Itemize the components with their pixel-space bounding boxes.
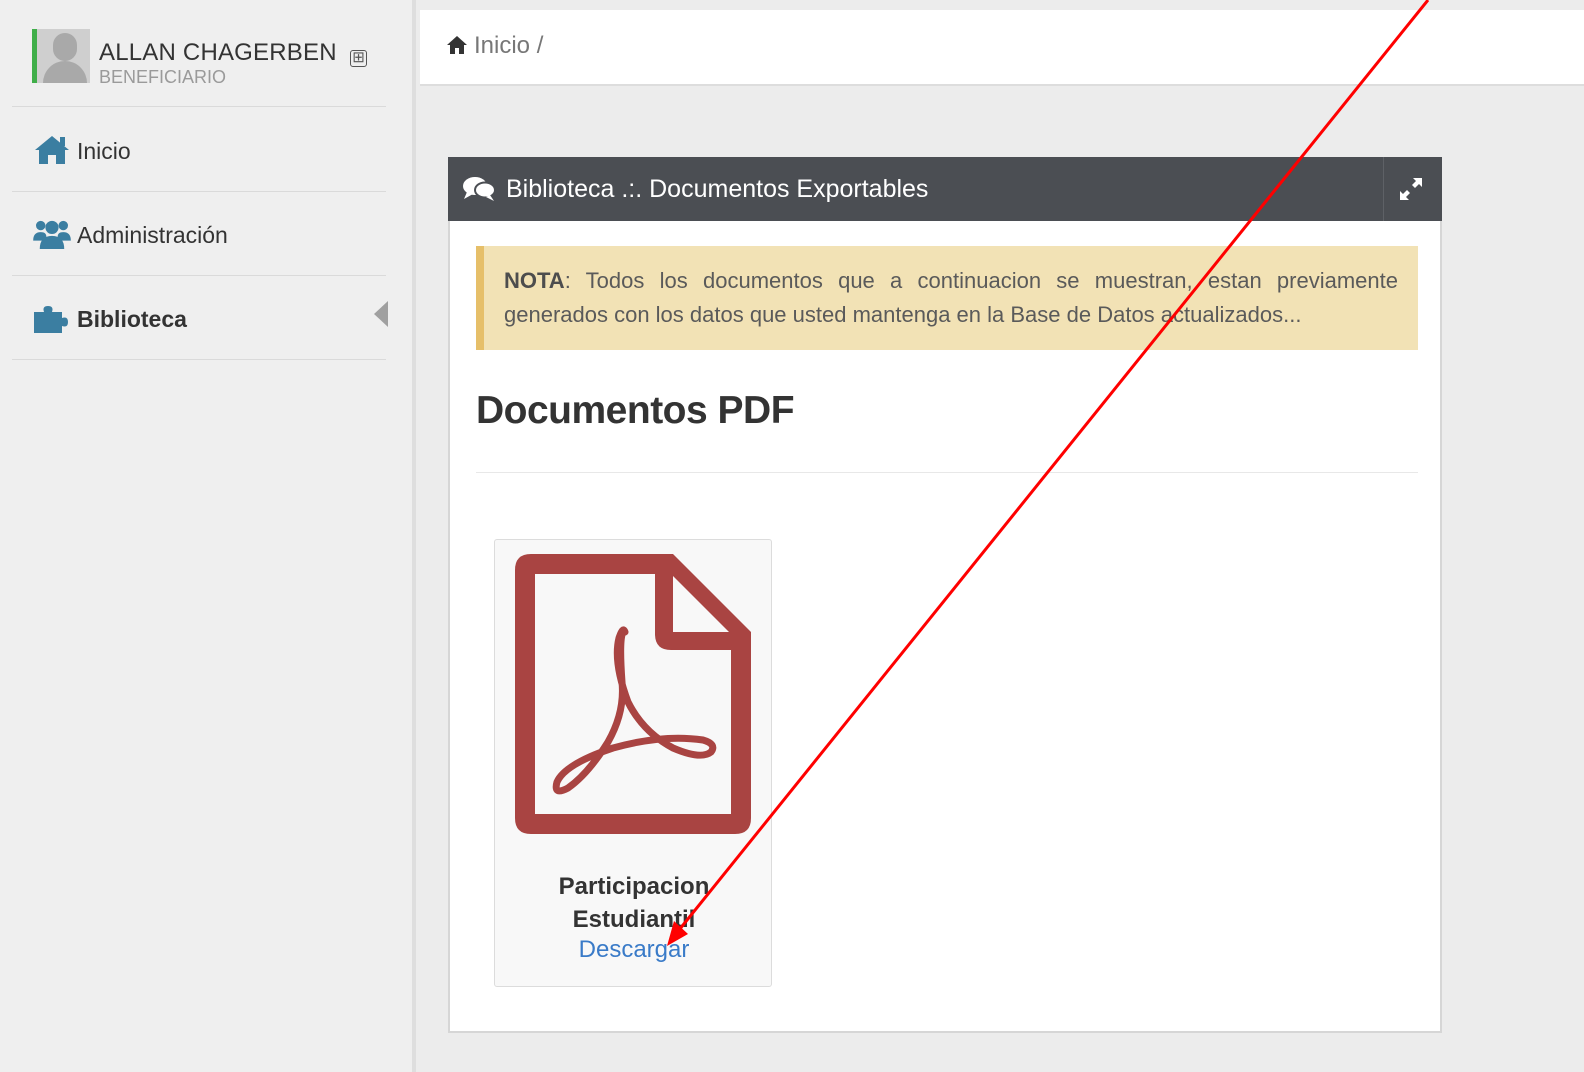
document-name: Participacion Estudiantil — [558, 873, 710, 933]
user-menu-toggle-icon[interactable]: ⊞ — [350, 50, 367, 67]
note-label: NOTA — [504, 268, 565, 293]
header-divider — [1383, 157, 1384, 221]
section-divider — [476, 472, 1418, 473]
sidebar-item-label: Biblioteca — [77, 306, 187, 332]
home-icon — [447, 36, 467, 54]
sidebar-item-biblioteca[interactable]: Biblioteca — [12, 276, 388, 360]
section-title: Documentos PDF — [476, 389, 795, 432]
sidebar-item-administracion[interactable]: Administración — [12, 192, 386, 276]
download-link[interactable]: Descargar — [495, 936, 773, 964]
users-icon — [33, 220, 71, 250]
sidebar: ALLAN CHAGERBEN BENEFICIARIO ⊞ Inicio Ad… — [0, 0, 416, 1072]
panel-title: Biblioteca .:. Documentos Exportables — [506, 175, 929, 203]
breadcrumb: Inicio / — [446, 32, 543, 60]
sidebar-item-label: Administración — [77, 222, 228, 248]
avatar — [32, 29, 90, 83]
top-bar: Inicio / — [420, 10, 1584, 86]
user-role: BENEFICIARIO — [99, 67, 227, 87]
puzzle-icon — [34, 306, 68, 333]
user-name: ALLAN CHAGERBEN — [99, 39, 337, 66]
document-card: Participacion Estudiantil Descargar — [494, 539, 772, 987]
home-icon — [35, 136, 69, 164]
panel-header: Biblioteca .:. Documentos Exportables — [448, 157, 1442, 221]
pdf-file-icon — [515, 554, 751, 834]
user-profile[interactable]: ALLAN CHAGERBEN BENEFICIARIO ⊞ — [12, 10, 386, 107]
library-panel: Biblioteca .:. Documentos Exportables NO… — [448, 157, 1442, 1033]
breadcrumb-separator: / — [536, 32, 544, 59]
active-caret-icon — [374, 301, 388, 327]
sidebar-item-inicio[interactable]: Inicio — [12, 108, 386, 192]
comments-icon — [463, 177, 496, 201]
app-frame: ALLAN CHAGERBEN BENEFICIARIO ⊞ Inicio Ad… — [0, 0, 1584, 1072]
sidebar-item-label: Inicio — [77, 138, 131, 164]
expand-icon[interactable] — [1398, 176, 1424, 202]
breadcrumb-link-inicio[interactable]: Inicio — [474, 32, 530, 59]
note-text: : Todos los documentos que a continuacio… — [504, 268, 1398, 327]
note-alert: NOTA: Todos los documentos que a continu… — [476, 246, 1418, 350]
